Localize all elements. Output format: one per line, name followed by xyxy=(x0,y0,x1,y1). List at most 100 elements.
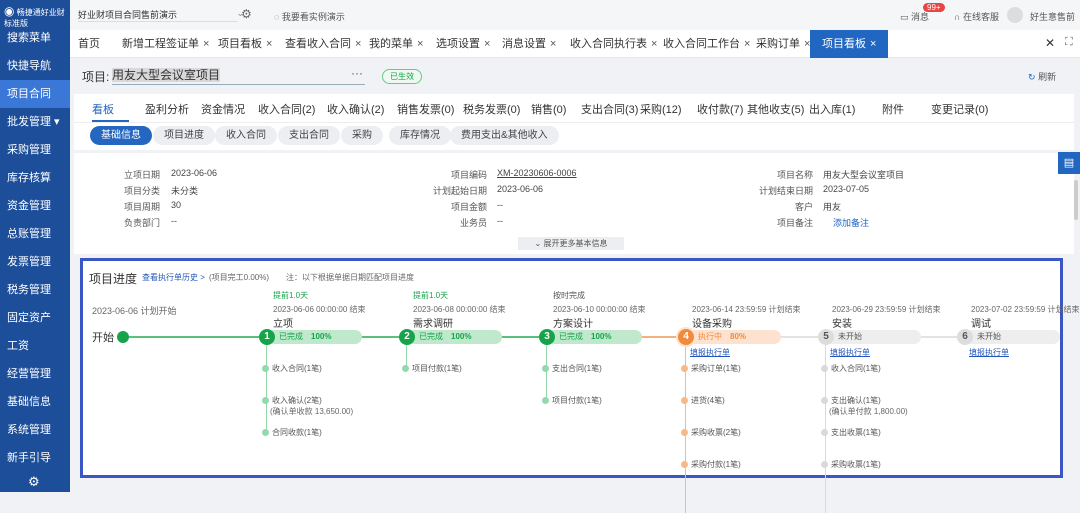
subtab[interactable]: 附件 xyxy=(882,101,904,117)
sidebar-item[interactable]: 基础信息 xyxy=(0,388,70,416)
subtab[interactable]: 收入合同(2) xyxy=(258,101,315,117)
avatar[interactable] xyxy=(1007,7,1023,23)
close-all-tabs-icon[interactable]: ✕ xyxy=(1045,36,1055,50)
stage-item[interactable]: 合同收款(1笔) xyxy=(262,427,322,438)
online-support-button[interactable]: ∩ 在线客服 xyxy=(954,10,999,23)
close-tab-icon[interactable]: × xyxy=(651,38,657,50)
sidebar-item[interactable]: 批发管理 ▾ xyxy=(0,108,70,136)
sidebar-item[interactable]: 资金管理 xyxy=(0,192,70,220)
stage-node[interactable]: 6 xyxy=(957,329,973,345)
tab-item[interactable]: 选项设置 × xyxy=(436,30,490,58)
filter-pill[interactable]: 项目进度 xyxy=(153,126,215,145)
stage-node[interactable]: 2 xyxy=(399,329,415,345)
settings-gear-icon[interactable]: ⚙ xyxy=(28,474,40,490)
sidebar-item[interactable]: 快捷导航 xyxy=(0,52,70,80)
tab-item[interactable]: 收入合同执行表 × xyxy=(570,30,657,58)
sidebar-item[interactable]: 工资 xyxy=(0,332,70,360)
execution-history-link[interactable]: 查看执行单历史 > xyxy=(142,272,205,283)
subtab[interactable]: 其他收支(5) xyxy=(747,101,804,117)
filter-pill[interactable]: 库存情况 xyxy=(389,126,451,145)
close-tab-icon[interactable]: × xyxy=(417,38,423,50)
subtab[interactable]: 资金情况 xyxy=(201,101,245,117)
stage-item[interactable]: 进货(4笔) xyxy=(681,395,725,406)
close-tab-icon[interactable]: × xyxy=(203,38,209,50)
subtab[interactable]: 看板 xyxy=(92,101,114,117)
stage-node[interactable]: 5 xyxy=(818,329,834,345)
stage-item[interactable]: 项目付款(1笔) xyxy=(542,395,602,406)
stage-item[interactable]: 采购收票(1笔) xyxy=(821,459,881,470)
stage-item[interactable]: 支出合同(1笔) xyxy=(542,363,602,374)
close-tab-icon[interactable]: × xyxy=(550,38,556,50)
filter-pill[interactable]: 采购 xyxy=(341,126,383,145)
sidebar-item[interactable]: 采购管理 xyxy=(0,136,70,164)
close-tab-icon[interactable]: × xyxy=(484,38,490,50)
subtab[interactable]: 销售(0) xyxy=(531,101,566,117)
sidebar-item[interactable]: 税务管理 xyxy=(0,276,70,304)
tab-item[interactable]: 收入合同工作台 × xyxy=(663,30,750,58)
close-tab-icon[interactable]: × xyxy=(266,38,272,50)
scrollbar[interactable] xyxy=(1074,180,1078,220)
stage-item[interactable]: 采购收票(2笔) xyxy=(681,427,741,438)
close-tab-icon[interactable]: × xyxy=(870,38,876,50)
sidebar-item[interactable]: 库存核算 xyxy=(0,164,70,192)
user-name[interactable]: 好生意售前 xyxy=(1030,10,1075,23)
stage-node[interactable]: 4 xyxy=(678,329,694,345)
subtab[interactable]: 销售发票(0) xyxy=(397,101,454,117)
subtab[interactable]: 收入确认(2) xyxy=(327,101,384,117)
subtab[interactable]: 收付款(7) xyxy=(697,101,743,117)
stage-item[interactable]: 采购付款(1笔) xyxy=(681,459,741,470)
subtab[interactable]: 变更记录(0) xyxy=(931,101,988,117)
subtab[interactable]: 支出合同(3) xyxy=(581,101,638,117)
close-tab-icon[interactable]: × xyxy=(355,38,361,50)
sidebar-item[interactable]: 发票管理 xyxy=(0,248,70,276)
subtab[interactable]: 出入库(1) xyxy=(809,101,855,117)
tab-item[interactable]: 采购订单 × xyxy=(756,30,810,58)
settings-icon[interactable]: ⚙ xyxy=(241,7,252,21)
subtab[interactable]: 采购(12) xyxy=(640,101,682,117)
sidebar-item[interactable]: 经营管理 xyxy=(0,360,70,388)
sidebar-item[interactable]: 新手引导 xyxy=(0,444,70,472)
fill-execution-link[interactable]: 填报执行单 xyxy=(830,347,870,358)
tab-item[interactable]: 项目看板 × xyxy=(810,30,889,58)
stage-item[interactable]: 收入确认(2笔) xyxy=(262,395,322,406)
filter-pill[interactable]: 基础信息 xyxy=(90,126,152,145)
account-select[interactable]: 好业财项目合同售前演示 ⌄ xyxy=(78,8,244,22)
tab-item[interactable]: 首页 xyxy=(78,30,100,58)
stage-item[interactable]: 支出收票(1笔) xyxy=(821,427,881,438)
subtab[interactable]: 盈利分析 xyxy=(145,101,189,117)
demo-link[interactable]: ◌ 我要看实例演示 xyxy=(274,10,345,23)
filter-pill[interactable]: 支出合同 xyxy=(278,126,340,145)
project-name-field[interactable]: 用友大型会议室项目 ··· xyxy=(112,66,365,85)
filter-pill[interactable]: 费用支出&其他收入 xyxy=(450,126,559,145)
close-tab-icon[interactable]: × xyxy=(744,38,750,50)
stage-node[interactable]: 1 xyxy=(259,329,275,345)
info-value[interactable]: XM-20230606-0006 xyxy=(497,168,577,178)
stage-item[interactable]: 支出确认(1笔) xyxy=(821,395,881,406)
tab-item[interactable]: 项目看板 × xyxy=(218,30,272,58)
fill-execution-link[interactable]: 填报执行单 xyxy=(969,347,1009,358)
tab-item[interactable]: 我的菜单 × xyxy=(369,30,423,58)
stage-item[interactable]: 采购订单(1笔) xyxy=(681,363,741,374)
stage-item[interactable]: 收入合同(1笔) xyxy=(262,363,322,374)
stage-node[interactable]: 3 xyxy=(539,329,555,345)
sidebar-item[interactable]: 总账管理 xyxy=(0,220,70,248)
tab-item[interactable]: 查看收入合同 × xyxy=(285,30,361,58)
tab-item[interactable]: 消息设置 × xyxy=(502,30,556,58)
tab-item[interactable]: 新增工程签证单 × xyxy=(122,30,209,58)
fill-execution-link[interactable]: 填报执行单 xyxy=(690,347,730,358)
sidebar-item[interactable]: 搜索菜单 xyxy=(0,24,70,52)
messages-button[interactable]: ▭ 消息 xyxy=(900,10,929,23)
stage-item[interactable]: 收入合同(1笔) xyxy=(821,363,881,374)
subtab[interactable]: 税务发票(0) xyxy=(463,101,520,117)
sidebar-item[interactable]: 项目合同 xyxy=(0,80,70,108)
info-value[interactable]: 添加备注 xyxy=(823,216,869,229)
fullscreen-icon[interactable]: ⛶ xyxy=(1065,36,1073,49)
side-panel-toggle[interactable]: ▤ xyxy=(1058,152,1080,174)
refresh-button[interactable]: ↻ 刷新 xyxy=(1028,70,1056,83)
more-button[interactable]: ··· xyxy=(351,66,363,80)
sidebar-item[interactable]: 固定资产 xyxy=(0,304,70,332)
sidebar-item[interactable]: 系统管理 xyxy=(0,416,70,444)
stage-item[interactable]: 项目付款(1笔) xyxy=(402,363,462,374)
filter-pill[interactable]: 收入合同 xyxy=(215,126,277,145)
expand-info-button[interactable]: ⌄ 展开更多基本信息 xyxy=(518,237,624,250)
